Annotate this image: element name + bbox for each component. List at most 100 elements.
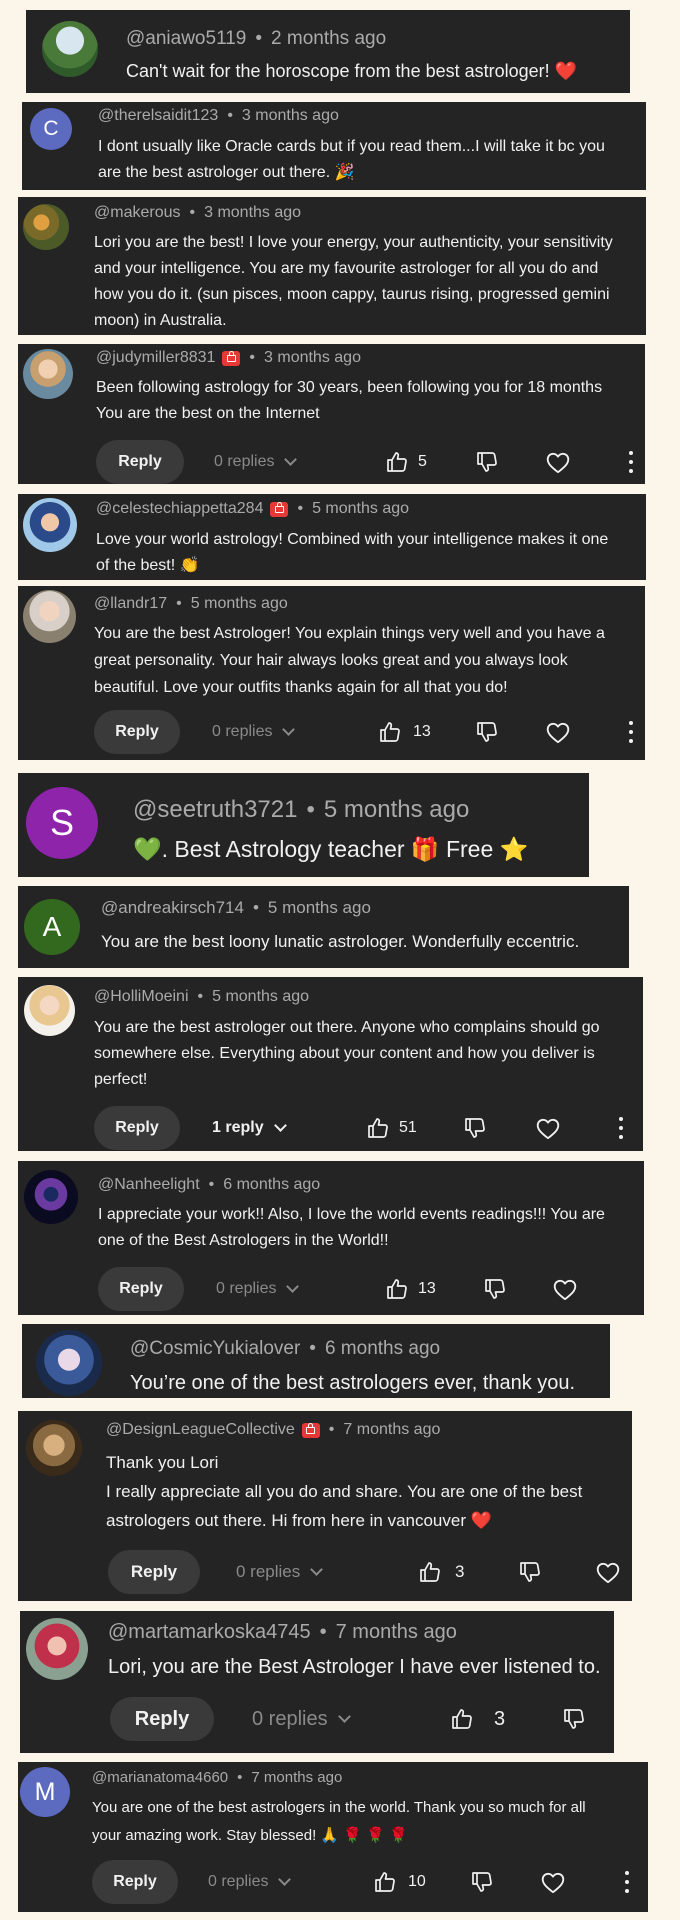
reply-button[interactable]: Reply [110, 1697, 214, 1741]
comment-time[interactable]: 3 months ago [264, 349, 361, 367]
reply-button[interactable]: Reply [108, 1550, 200, 1594]
thumbs-up-icon[interactable] [378, 720, 402, 744]
separator-dot: • [208, 1176, 215, 1193]
author-handle[interactable]: @marianatoma4660 [92, 1769, 228, 1786]
chevron-down-icon [273, 1119, 287, 1132]
thumbs-down-icon[interactable] [483, 1277, 507, 1301]
author-handle[interactable]: @Nanheelight [98, 1176, 200, 1194]
avatar[interactable]: C [30, 108, 72, 150]
replies-count: 0 replies [236, 1562, 301, 1581]
comment-time[interactable]: 7 months ago [343, 1421, 440, 1439]
author-handle[interactable]: @CosmicYukialover [130, 1338, 300, 1360]
avatar[interactable] [26, 1420, 82, 1476]
avatar[interactable] [23, 204, 69, 250]
creator-badge-glyph [274, 501, 284, 513]
comment-time[interactable]: 5 months ago [268, 898, 371, 918]
reply-button[interactable]: Reply [98, 1267, 184, 1311]
avatar[interactable]: M [20, 1767, 70, 1817]
thumbs-down-icon[interactable] [475, 450, 499, 474]
creator-badge-glyph [306, 1422, 316, 1434]
author-handle[interactable]: @celestechiappetta284 [96, 500, 263, 518]
comment-text: You’re one of the best astrologers ever,… [130, 1370, 575, 1396]
view-replies-toggle[interactable]: 0 replies [236, 1550, 324, 1594]
thumbs-down-icon[interactable] [518, 1560, 542, 1584]
more-vert-icon[interactable] [628, 451, 634, 473]
view-replies-toggle[interactable]: 0 replies [214, 440, 298, 484]
comment-text: You are the best Astrologer! You explain… [94, 620, 605, 701]
avatar[interactable] [36, 1330, 102, 1396]
author-handle[interactable]: @aniawo5119 [126, 28, 246, 50]
comment-time[interactable]: 7 months ago [251, 1769, 342, 1786]
heart-icon[interactable] [595, 1560, 620, 1584]
comment-time[interactable]: 5 months ago [324, 796, 469, 824]
thumbs-down-icon[interactable] [475, 720, 499, 744]
avatar[interactable] [42, 21, 98, 77]
view-replies-toggle[interactable]: 0 replies [208, 1860, 292, 1904]
thumbs-down-icon[interactable] [562, 1707, 586, 1731]
more-vert-icon[interactable] [618, 1117, 624, 1139]
thumbs-up-icon[interactable] [450, 1707, 474, 1731]
author-handle[interactable]: @seetruth3721 [133, 796, 297, 824]
reply-button[interactable]: Reply [92, 1860, 178, 1904]
avatar[interactable] [23, 498, 77, 552]
comment-time[interactable]: 7 months ago [336, 1621, 457, 1644]
thumbs-up-icon[interactable] [418, 1560, 442, 1584]
view-replies-toggle[interactable]: 1 reply [212, 1106, 287, 1150]
thumbs-up-icon[interactable] [373, 1870, 397, 1894]
reply-button[interactable]: Reply [94, 1106, 180, 1150]
author-handle[interactable]: @DesignLeagueCollective [106, 1421, 295, 1439]
comment-text-line: You are one of the best astrologers in t… [92, 1799, 586, 1816]
comment-text-line: Love your world astrology! Combined with… [96, 531, 609, 548]
comment-card: @Nanheelight • 6 months ago I appreciate yo… [18, 1161, 644, 1315]
comment-time[interactable]: 6 months ago [325, 1338, 440, 1360]
comment-text: Thank you Lori I really appreciate all yo… [106, 1448, 582, 1535]
comment-time[interactable]: 5 months ago [191, 595, 288, 613]
heart-icon[interactable] [545, 450, 570, 474]
reply-button[interactable]: Reply [96, 440, 184, 484]
comment-text: I dont usually like Oracle cards but if … [98, 134, 605, 186]
heart-icon[interactable] [535, 1116, 560, 1140]
comment-time[interactable]: 6 months ago [223, 1176, 320, 1194]
comment-text-line: You are the best Astrologer! You explain… [94, 625, 605, 642]
more-vert-icon[interactable] [624, 1871, 630, 1893]
heart-icon[interactable] [540, 1870, 565, 1894]
heart-icon[interactable] [545, 720, 570, 744]
avatar[interactable] [23, 349, 73, 399]
avatar[interactable] [23, 590, 76, 643]
view-replies-toggle[interactable]: 0 replies [252, 1697, 351, 1741]
heart-icon[interactable] [552, 1277, 577, 1301]
comment-time[interactable]: 3 months ago [242, 107, 339, 125]
more-vert-icon[interactable] [628, 721, 634, 743]
comment-actions: Reply 0 replies 3 [20, 1697, 614, 1741]
comment-time[interactable]: 2 months ago [271, 28, 386, 50]
view-replies-toggle[interactable]: 0 replies [216, 1267, 300, 1311]
comment-text-line: You are the best astrologer out there. A… [94, 1019, 600, 1036]
comment-text-line: somewhere else. Everything about your co… [94, 1045, 595, 1062]
avatar[interactable] [24, 1170, 78, 1224]
avatar[interactable] [26, 1618, 88, 1680]
author-handle[interactable]: @andreakirsch714 [101, 898, 244, 918]
author-handle[interactable]: @therelsaidit123 [98, 107, 218, 125]
author-handle[interactable]: @judymiller8831 [96, 349, 215, 367]
author-handle[interactable]: @llandr17 [94, 595, 167, 613]
thumbs-up-icon[interactable] [385, 450, 409, 474]
reply-button[interactable]: Reply [94, 710, 180, 754]
chevron-down-icon [286, 1280, 300, 1293]
author-handle[interactable]: @HolliMoeini [94, 988, 189, 1006]
comment-time[interactable]: 5 months ago [312, 500, 409, 518]
comment-time[interactable]: 3 months ago [204, 204, 301, 222]
thumbs-up-icon[interactable] [385, 1277, 409, 1301]
avatar[interactable] [24, 985, 75, 1036]
view-replies-toggle[interactable]: 0 replies [212, 710, 296, 754]
comment-header: @DesignLeagueCollective • 7 months ago [106, 1418, 440, 1442]
thumbs-down-icon[interactable] [463, 1116, 487, 1140]
author-handle[interactable]: @makerous [94, 204, 181, 222]
author-handle[interactable]: @martamarkoska4745 [108, 1621, 311, 1644]
comment-time[interactable]: 5 months ago [212, 988, 309, 1006]
comment-text: You are one of the best astrologers in t… [92, 1794, 586, 1850]
chevron-down-icon [310, 1563, 324, 1576]
thumbs-up-icon[interactable] [366, 1116, 390, 1140]
avatar[interactable]: A [24, 899, 80, 955]
thumbs-down-icon[interactable] [470, 1870, 494, 1894]
avatar[interactable]: S [26, 787, 98, 859]
